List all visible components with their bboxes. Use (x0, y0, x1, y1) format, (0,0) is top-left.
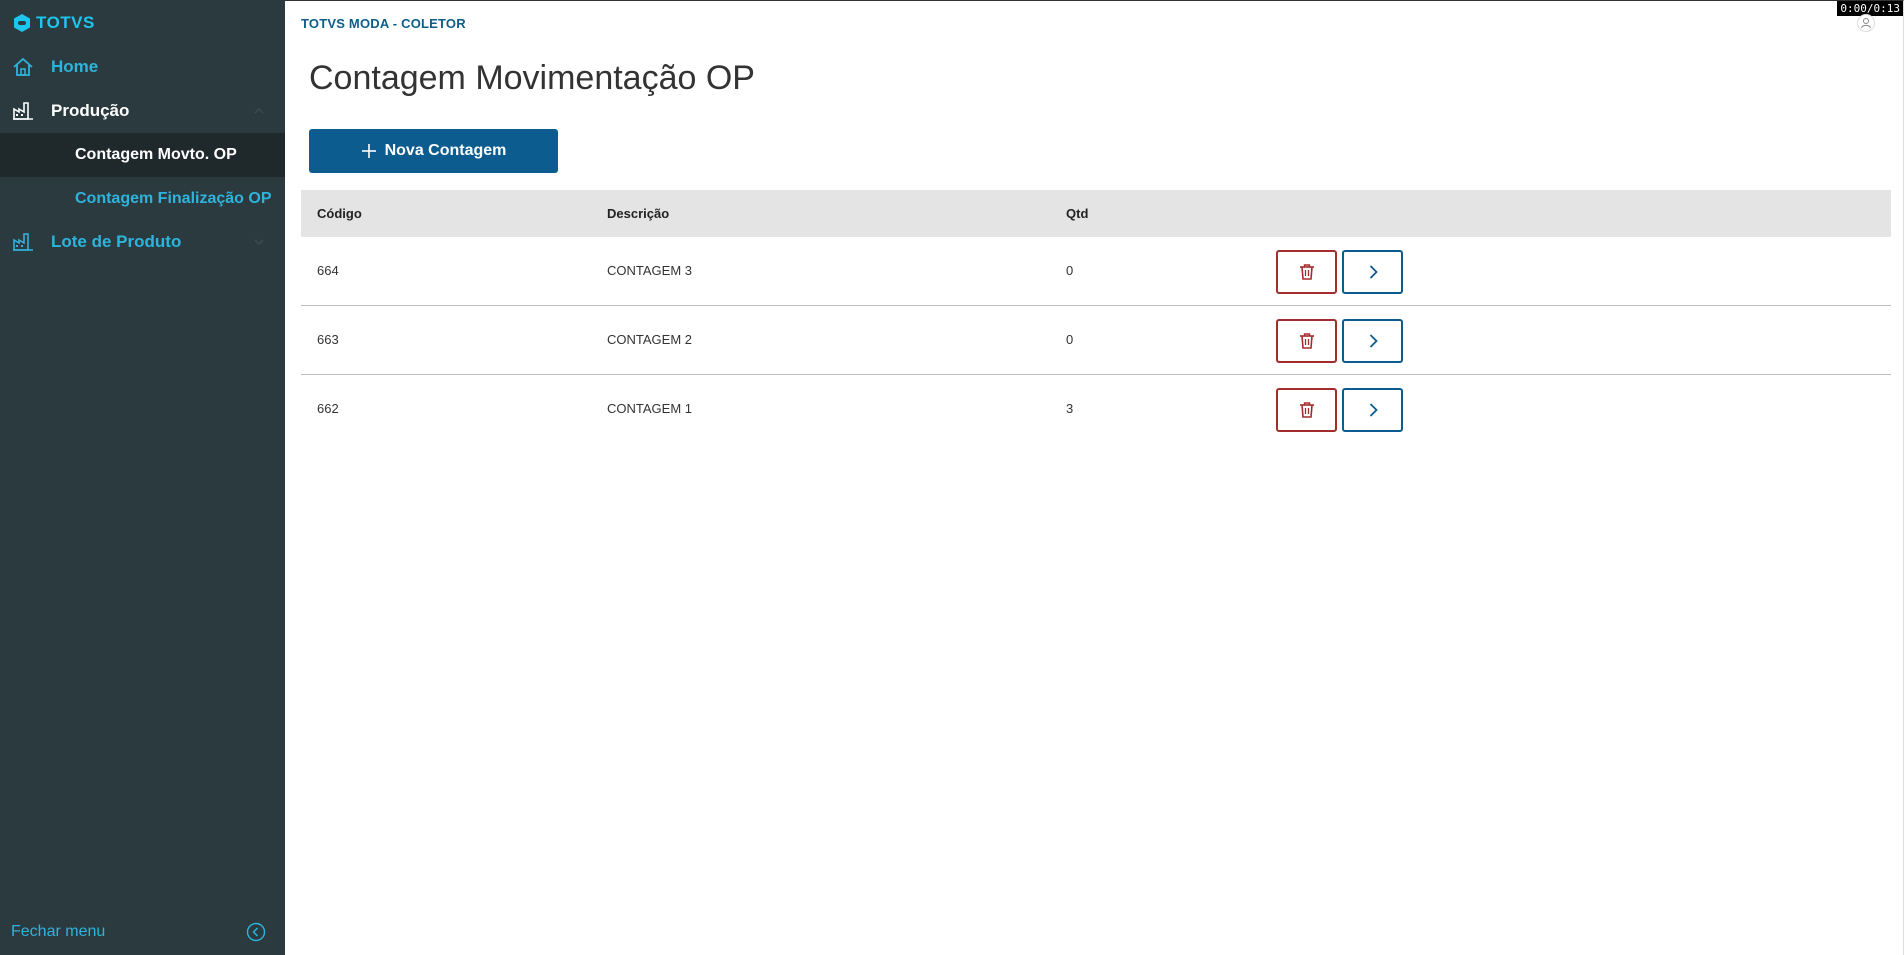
trash-icon (1299, 264, 1314, 280)
open-button[interactable] (1342, 319, 1403, 363)
sidebar-item-producao[interactable]: Produção (0, 89, 285, 133)
chevron-right-icon (1369, 265, 1378, 279)
cell-codigo: 664 (317, 263, 339, 278)
column-header-qtd: Qtd (1066, 206, 1089, 221)
home-icon (13, 57, 33, 76)
new-count-button[interactable]: Nova Contagem (309, 129, 558, 173)
close-menu-button[interactable]: Fechar menu (0, 910, 285, 954)
chevron-up-icon (254, 107, 264, 114)
plus-icon (361, 144, 376, 158)
chevron-right-icon (1369, 403, 1378, 417)
delete-button[interactable] (1276, 388, 1337, 432)
logo-text: TOTVS (36, 13, 95, 32)
cell-qtd: 3 (1066, 401, 1074, 416)
sidebar-item-label: Home (51, 57, 99, 76)
factory-icon (13, 102, 33, 120)
totvs-logo-icon (14, 14, 30, 32)
sidebar-item-home[interactable]: Home (0, 45, 285, 89)
trash-icon (1299, 402, 1314, 418)
chevron-right-icon (1369, 334, 1378, 348)
table-header: Código Descrição Qtd (301, 190, 1891, 237)
delete-button[interactable] (1276, 319, 1337, 363)
cell-descricao: CONTAGEM 1 (607, 401, 692, 416)
sidebar-subitem-label: Contagem Movto. OP (75, 146, 237, 163)
sidebar-item-label: Lote de Produto (51, 232, 182, 251)
trash-icon (1299, 333, 1314, 349)
table-row: 663 CONTAGEM 2 0 (301, 306, 1891, 375)
new-count-label: Nova Contagem (384, 142, 507, 159)
logo: TOTVS (12, 12, 95, 34)
close-menu-label: Fechar menu (11, 923, 106, 940)
chevron-down-icon (254, 239, 264, 246)
sidebar-item-lote-de-produto[interactable]: Lote de Produto (0, 220, 285, 264)
sidebar-item-label: Produção (51, 101, 130, 120)
cell-qtd: 0 (1066, 263, 1074, 278)
cell-descricao: CONTAGEM 2 (607, 332, 692, 347)
sidebar-subitem-contagem-finalizacao-op[interactable]: Contagem Finalização OP (0, 177, 285, 221)
column-header-codigo: Código (317, 206, 362, 221)
main-content: TOTVS MODA - COLETOR 0:00/0:13 Contagem … (285, 0, 1904, 955)
delete-button[interactable] (1276, 250, 1337, 294)
open-button[interactable] (1342, 388, 1403, 432)
sidebar-subitem-contagem-movto-op[interactable]: Contagem Movto. OP (0, 133, 285, 177)
table-row: 662 CONTAGEM 1 3 (301, 375, 1891, 444)
cell-codigo: 663 (317, 332, 339, 347)
column-header-descricao: Descrição (607, 206, 670, 221)
cell-qtd: 0 (1066, 332, 1074, 347)
cell-descricao: CONTAGEM 3 (607, 263, 692, 278)
open-button[interactable] (1342, 250, 1403, 294)
factory-icon (13, 233, 33, 251)
cell-codigo: 662 (317, 401, 339, 416)
chevron-left-circle-icon (246, 922, 266, 942)
counts-table: Código Descrição Qtd 664 CONTAGEM 3 0 66… (301, 190, 1891, 444)
sidebar-subitem-label: Contagem Finalização OP (75, 190, 272, 207)
app-title: TOTVS MODA - COLETOR (301, 16, 466, 31)
app-root: TOTVS Home Produção Contagem Movto. OP C… (0, 0, 1904, 955)
user-icon[interactable] (1857, 14, 1875, 32)
table-row: 664 CONTAGEM 3 0 (301, 237, 1891, 306)
sidebar: TOTVS Home Produção Contagem Movto. OP C… (0, 0, 285, 955)
page-title: Contagem Movimentação OP (309, 59, 755, 97)
